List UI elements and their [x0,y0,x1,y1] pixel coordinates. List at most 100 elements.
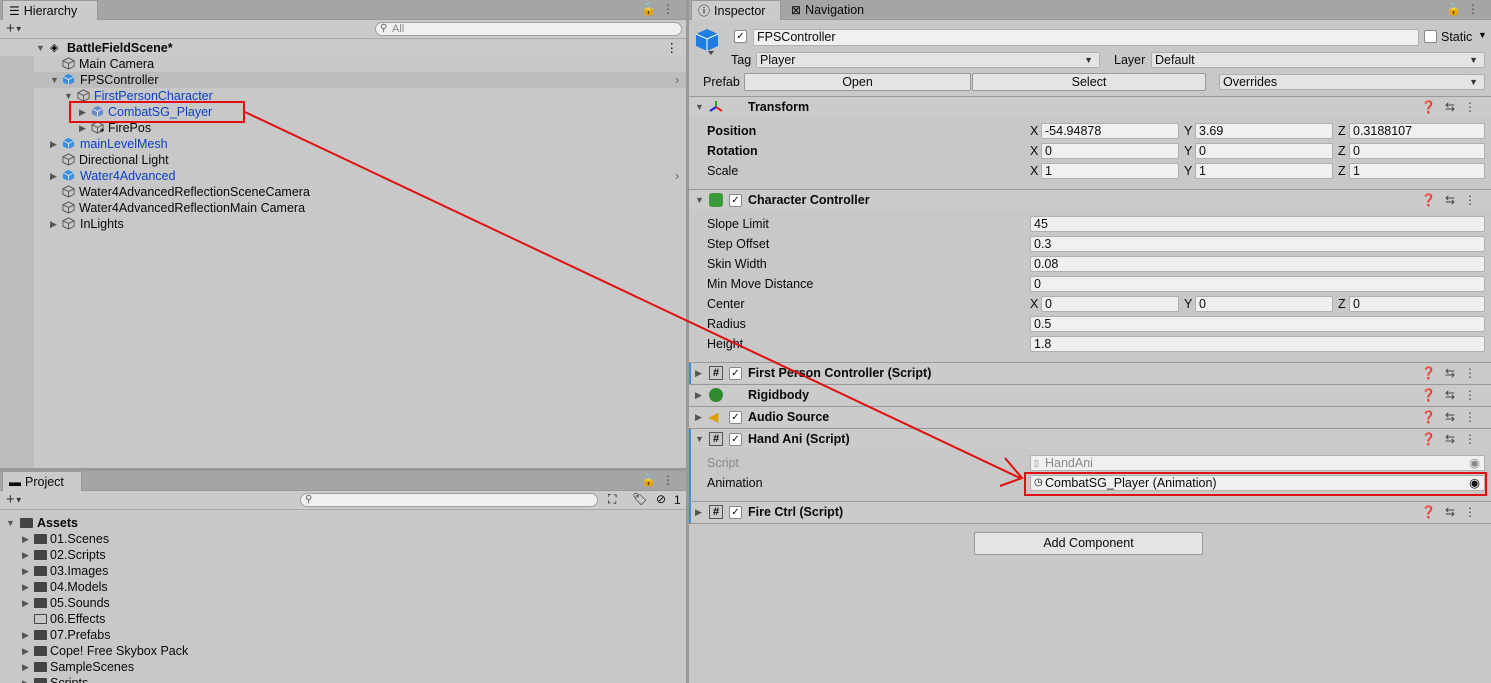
scale-z-label[interactable]: Z [1338,163,1346,179]
rotation-z-label[interactable]: Z [1338,143,1346,159]
expand-arrow[interactable]: ▶ [22,643,29,659]
component-tools[interactable]: ❓⇆⋮ [1421,190,1485,210]
fire-ctrl-header[interactable]: ▶ # ✓ Fire Ctrl (Script) ❓⇆⋮ [689,501,1491,522]
tab-hierarchy[interactable]: ☰ Hierarchy [2,0,98,20]
scale-y-field[interactable]: 1 [1195,163,1333,179]
center-z-field[interactable]: 0 [1349,296,1485,312]
foldout-arrow[interactable]: ▶ [695,407,702,427]
scale-x-field[interactable]: 1 [1041,163,1179,179]
hidden-packages-icon[interactable]: ⊘ [656,492,666,506]
position-x-label[interactable]: X [1030,123,1038,139]
component-enabled-checkbox[interactable]: ✓ [729,367,742,380]
static-dropdown-icon[interactable]: ▼ [1478,30,1487,40]
expand-arrow[interactable]: ▶ [22,579,29,595]
foldout-arrow[interactable]: ▼ [695,97,704,117]
expand-arrow[interactable]: ▶ [22,659,29,675]
position-x-field[interactable]: -54.94878 [1041,123,1179,139]
scale-z-field[interactable]: 1 [1349,163,1485,179]
rotation-y-field[interactable]: 0 [1195,143,1333,159]
panel-tools[interactable]: 🔒⋮ [641,2,680,16]
tab-navigation[interactable]: ⊠ Navigation [785,0,895,20]
hierarchy-item-water4advanced[interactable]: ▶ Water4Advanced › [0,168,686,184]
tab-project[interactable]: ▬ Project [2,471,82,491]
create-button[interactable]: +▼ [6,491,23,508]
center-x-label[interactable]: X [1030,296,1038,312]
rotation-z-field[interactable]: 0 [1349,143,1485,159]
foldout-arrow[interactable]: ▶ [695,385,702,405]
first-person-controller-header[interactable]: ▶ # ✓ First Person Controller (Script) ❓… [689,362,1491,383]
chevron-right-icon[interactable]: › [675,72,679,88]
transform-component-header[interactable]: ▼ Transform ❓⇆⋮ [689,96,1491,117]
expand-arrow[interactable]: ▶ [22,627,29,643]
component-tools[interactable]: ❓⇆⋮ [1421,407,1485,427]
hierarchy-search-input[interactable]: ⚲ All [375,22,682,36]
expand-arrow[interactable]: ▶ [22,563,29,579]
prefab-overrides-dropdown[interactable]: Overrides ▼ [1219,74,1485,90]
object-picker-icon[interactable]: ◉ [1469,456,1480,470]
scene-row[interactable]: ▼ ◈ BattleFieldScene* ⋮ [0,40,686,56]
rigidbody-header[interactable]: ▶ Rigidbody ❓⇆⋮ [689,384,1491,405]
expand-arrow[interactable]: ▼ [50,72,59,88]
radius-field[interactable]: 0.5 [1030,316,1485,332]
cc-field-input[interactable]: 0.3 [1030,236,1485,252]
add-component-button[interactable]: Add Component [974,532,1203,555]
prefab-open-button[interactable]: Open [744,73,971,91]
cc-field-input[interactable]: 0.08 [1030,256,1485,272]
create-button[interactable]: +▼ [6,20,23,37]
chevron-right-icon[interactable]: › [675,168,679,184]
position-z-label[interactable]: Z [1338,123,1346,139]
prefab-select-button[interactable]: Select [972,73,1206,91]
object-name-input[interactable]: FPSController [753,29,1419,46]
foldout-arrow[interactable]: ▼ [695,429,704,449]
tag-dropdown[interactable]: Player ▼ [756,52,1100,68]
height-field[interactable]: 1.8 [1030,336,1485,352]
static-checkbox[interactable] [1424,30,1437,43]
cc-field-input[interactable]: 0 [1030,276,1485,292]
rotation-y-label[interactable]: Y [1184,143,1192,159]
hierarchy-item-main-camera[interactable]: Main Camera [62,56,154,72]
hand-ani-header[interactable]: ▼ # ✓ Hand Ani (Script) ❓⇆⋮ [689,428,1491,449]
tab-inspector[interactable]: ⓘ Inspector [691,0,781,20]
filter-by-label-icon[interactable]: 🏷 [632,492,647,506]
component-tools[interactable]: ❓⇆⋮ [1421,502,1485,522]
foldout-arrow[interactable]: ▶ [695,502,702,522]
hierarchy-item-reflection-scene-camera[interactable]: Water4AdvancedReflectionSceneCamera [62,184,310,200]
component-tools[interactable]: ❓⇆⋮ [1421,385,1485,405]
active-checkbox[interactable]: ✓ [734,30,747,43]
component-enabled-checkbox[interactable]: ✓ [729,194,742,207]
filter-by-type-icon[interactable]: ⛶ [608,492,616,507]
expand-arrow[interactable]: ▶ [22,595,29,611]
expand-arrow[interactable]: ▶ [22,531,29,547]
center-y-field[interactable]: 0 [1195,296,1333,312]
scale-y-label[interactable]: Y [1184,163,1192,179]
hierarchy-item-reflection-main-camera[interactable]: Water4AdvancedReflectionMain Camera [62,200,305,216]
expand-arrow[interactable]: ▶ [50,168,57,184]
position-z-field[interactable]: 0.3188107 [1349,123,1485,139]
expand-arrow[interactable]: ▼ [36,40,45,56]
character-controller-header[interactable]: ▼ ✓ Character Controller ❓⇆⋮ [689,189,1491,210]
panel-tools[interactable]: 🔒⋮ [1446,2,1485,16]
rotation-x-label[interactable]: X [1030,143,1038,159]
expand-arrow[interactable]: ▶ [22,547,29,563]
hierarchy-item-directional-light[interactable]: Directional Light [62,152,169,168]
component-tools[interactable]: ❓⇆⋮ [1421,363,1485,383]
component-enabled-checkbox[interactable]: ✓ [729,506,742,519]
component-tools[interactable]: ❓⇆⋮ [1421,429,1485,449]
scale-x-label[interactable]: X [1030,163,1038,179]
foldout-arrow[interactable]: ▶ [695,363,702,383]
cc-field-input[interactable]: 45 [1030,216,1485,232]
expand-arrow[interactable]: ▶ [22,675,29,683]
component-enabled-checkbox[interactable]: ✓ [729,411,742,424]
center-z-label[interactable]: Z [1338,296,1346,312]
hierarchy-item-fpscontroller[interactable]: ▼ FPSController › [0,72,686,88]
expand-arrow[interactable]: ▶ [50,216,57,232]
center-x-field[interactable]: 0 [1041,296,1179,312]
panel-tools[interactable]: 🔒⋮ [641,473,680,487]
rotation-x-field[interactable]: 0 [1041,143,1179,159]
center-y-label[interactable]: Y [1184,296,1192,312]
project-search-input[interactable]: ⚲ [300,493,598,507]
position-y-label[interactable]: Y [1184,123,1192,139]
audio-source-header[interactable]: ▶ ◀ ✓ Audio Source ❓⇆⋮ [689,406,1491,427]
expand-arrow[interactable]: ▶ [50,136,57,152]
foldout-arrow[interactable]: ▼ [695,190,704,210]
